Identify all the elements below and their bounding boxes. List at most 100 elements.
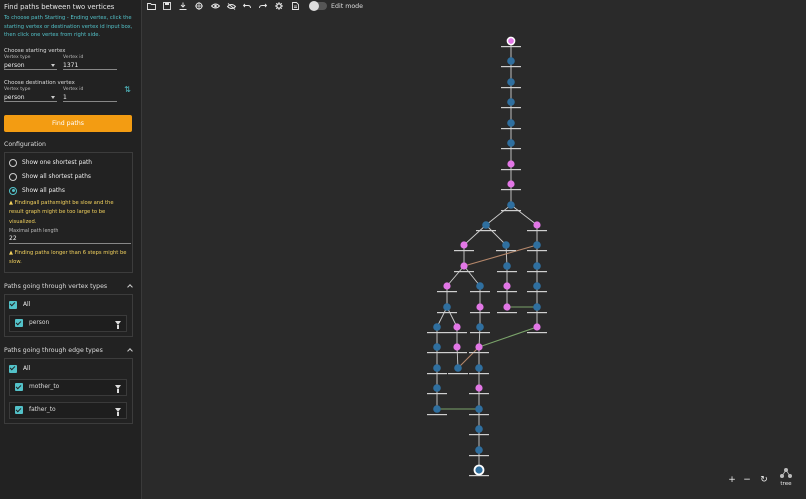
graph-node[interactable] bbox=[433, 384, 441, 392]
graph-node[interactable] bbox=[502, 241, 510, 249]
graph-node[interactable] bbox=[533, 323, 541, 331]
graph-node[interactable] bbox=[476, 303, 484, 311]
start-vertex-type-value[interactable]: person bbox=[4, 60, 57, 70]
eye-off-icon[interactable] bbox=[223, 0, 239, 12]
graph-node[interactable] bbox=[507, 78, 515, 86]
graph-node[interactable] bbox=[443, 303, 451, 311]
graph-edge[interactable] bbox=[457, 346, 480, 369]
download-icon[interactable] bbox=[175, 0, 191, 12]
graph-node[interactable] bbox=[533, 303, 541, 311]
graph-node[interactable] bbox=[507, 57, 515, 65]
graph-node[interactable] bbox=[460, 262, 468, 270]
settings-icon[interactable] bbox=[271, 0, 287, 12]
graph-node[interactable] bbox=[507, 139, 515, 147]
graph-node[interactable] bbox=[433, 364, 441, 372]
destination-node[interactable] bbox=[473, 464, 485, 476]
dest-vertex-type-value[interactable]: person bbox=[4, 92, 57, 102]
chevron-up-icon[interactable] bbox=[127, 283, 133, 289]
checkbox-checked-icon[interactable] bbox=[15, 406, 23, 415]
graph-node[interactable] bbox=[533, 262, 541, 270]
zoom-out-button[interactable]: − bbox=[741, 474, 753, 486]
graph-edge[interactable] bbox=[478, 326, 538, 348]
graph-node[interactable] bbox=[533, 241, 541, 249]
option-all-paths[interactable]: Show all paths bbox=[9, 184, 128, 198]
graph-canvas[interactable] bbox=[143, 12, 806, 499]
start-vertex-id-field[interactable]: Vertex id 1371 bbox=[63, 55, 117, 70]
edge-type-item-check[interactable]: father_to bbox=[15, 406, 56, 415]
start-vertex-id-input[interactable]: 1371 bbox=[63, 60, 117, 70]
graph-node[interactable] bbox=[503, 282, 511, 290]
graph-node[interactable] bbox=[482, 221, 490, 229]
graph-node[interactable] bbox=[475, 446, 483, 454]
edge-types-all[interactable]: All bbox=[9, 362, 128, 376]
graph-node[interactable] bbox=[475, 405, 483, 413]
document-icon[interactable] bbox=[287, 0, 303, 12]
filter-icon[interactable] bbox=[115, 321, 121, 329]
graph-node[interactable] bbox=[476, 323, 484, 331]
save-icon[interactable] bbox=[159, 0, 175, 12]
vertex-types-header[interactable]: Paths going through vertex types bbox=[4, 283, 133, 290]
zoom-in-button[interactable]: + bbox=[726, 474, 738, 486]
graph-node[interactable] bbox=[533, 221, 541, 229]
graph-edge[interactable] bbox=[485, 224, 507, 246]
dest-vertex-id-field[interactable]: Vertex id 1 bbox=[63, 87, 117, 102]
chevron-down-icon[interactable] bbox=[51, 63, 55, 67]
graph-edge[interactable] bbox=[510, 204, 538, 226]
folder-icon[interactable] bbox=[143, 0, 159, 12]
radio-icon[interactable] bbox=[9, 158, 17, 167]
edit-mode-toggle[interactable] bbox=[309, 1, 327, 11]
graph-edge[interactable] bbox=[485, 204, 512, 226]
graph-node[interactable] bbox=[433, 323, 441, 331]
radio-selected-icon[interactable] bbox=[9, 186, 17, 195]
graph-node[interactable] bbox=[475, 364, 483, 372]
graph-node[interactable] bbox=[503, 303, 511, 311]
graph-node[interactable] bbox=[507, 180, 515, 188]
graph-node[interactable] bbox=[460, 241, 468, 249]
filter-icon[interactable] bbox=[115, 408, 121, 416]
start-node[interactable] bbox=[506, 36, 516, 46]
find-paths-button[interactable]: Find paths bbox=[4, 114, 132, 132]
checkbox-checked-icon[interactable] bbox=[15, 383, 23, 392]
graph-node[interactable] bbox=[475, 384, 483, 392]
option-all-shortest[interactable]: Show all shortest paths bbox=[9, 170, 128, 184]
graph-node[interactable] bbox=[507, 160, 515, 168]
tree-layout-button[interactable]: tree bbox=[775, 466, 797, 491]
checkbox-checked-icon[interactable] bbox=[15, 319, 23, 328]
vertex-types-all[interactable]: All bbox=[9, 298, 128, 312]
swap-vertices-icon[interactable]: ⇅ bbox=[123, 85, 132, 94]
graph-node[interactable] bbox=[454, 364, 462, 372]
graph-node[interactable] bbox=[507, 201, 515, 209]
graph-node[interactable] bbox=[507, 119, 515, 127]
option-one-shortest[interactable]: Show one shortest path bbox=[9, 156, 128, 170]
graph-edge[interactable] bbox=[446, 265, 465, 287]
filter-icon[interactable] bbox=[115, 385, 121, 393]
graph-edge[interactable] bbox=[463, 265, 481, 287]
redo-icon[interactable] bbox=[255, 0, 271, 12]
graph-node[interactable] bbox=[503, 262, 511, 270]
graph-node[interactable] bbox=[433, 343, 441, 351]
dest-vertex-id-input[interactable]: 1 bbox=[63, 92, 117, 102]
graph-edge[interactable] bbox=[463, 244, 538, 267]
radio-icon[interactable] bbox=[9, 172, 17, 181]
graph-node[interactable] bbox=[476, 282, 484, 290]
vertex-type-item-check[interactable]: person bbox=[15, 319, 49, 328]
graph-node[interactable] bbox=[453, 323, 461, 331]
chevron-up-icon[interactable] bbox=[127, 347, 133, 353]
graph-node[interactable] bbox=[433, 405, 441, 413]
target-icon[interactable] bbox=[191, 0, 207, 12]
reset-view-button[interactable]: ↻ bbox=[758, 474, 770, 486]
graph-node[interactable] bbox=[443, 282, 451, 290]
dest-vertex-type-select[interactable]: Vertex type person bbox=[4, 87, 57, 102]
chevron-down-icon[interactable] bbox=[51, 95, 55, 99]
edge-type-item-check[interactable]: mother_to bbox=[15, 383, 59, 392]
graph-node[interactable] bbox=[453, 343, 461, 351]
graph-node[interactable] bbox=[475, 343, 483, 351]
graph-node[interactable] bbox=[507, 98, 515, 106]
graph-edge[interactable] bbox=[463, 224, 487, 246]
start-vertex-type-select[interactable]: Vertex type person bbox=[4, 55, 57, 70]
max-path-length-input[interactable]: 22 bbox=[9, 234, 131, 244]
eye-icon[interactable] bbox=[207, 0, 223, 12]
edge-types-header[interactable]: Paths going through edge types bbox=[4, 347, 133, 354]
graph-node[interactable] bbox=[475, 425, 483, 433]
undo-icon[interactable] bbox=[239, 0, 255, 12]
